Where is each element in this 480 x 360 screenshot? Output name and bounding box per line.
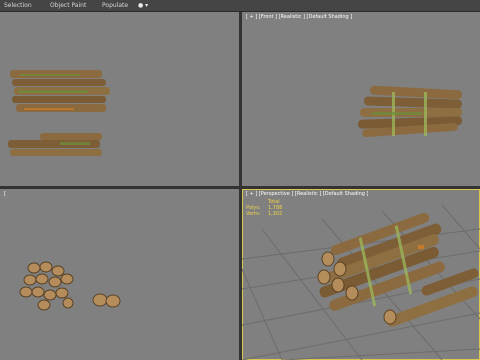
log-pile-top-view	[8, 70, 110, 156]
teapot-dropdown-icon[interactable]: ● ▾	[138, 2, 152, 9]
log-group-upper	[10, 70, 110, 112]
menu-selection[interactable]: Selection	[4, 0, 32, 11]
menu-object-paint[interactable]: Object Paint	[50, 0, 86, 11]
log-pile-side-view	[19, 261, 121, 311]
log-ends-pair	[92, 293, 121, 308]
log-ends-cluster	[19, 261, 74, 311]
viewport-top-right[interactable]: [ + ] [Front ] [Realistic ] [Default Sha…	[242, 12, 480, 186]
viewport-top-left[interactable]	[0, 12, 239, 186]
perspective-scene	[242, 204, 480, 360]
viewport-perspective[interactable]: [ + ] [Perspective ] [Realistic ] [Defau…	[242, 189, 480, 360]
viewport-divider-horizontal[interactable]	[0, 186, 480, 189]
log-pile-front-view	[358, 85, 463, 138]
log-pile-3d	[317, 212, 479, 327]
log-stack-front	[358, 85, 463, 138]
viewport-bottom-left[interactable]: [	[0, 189, 239, 360]
log-group-lower	[8, 133, 102, 156]
menu-populate[interactable]: Populate	[102, 0, 128, 11]
menu-bar: Selection Object Paint Populate ● ▾	[0, 0, 480, 12]
